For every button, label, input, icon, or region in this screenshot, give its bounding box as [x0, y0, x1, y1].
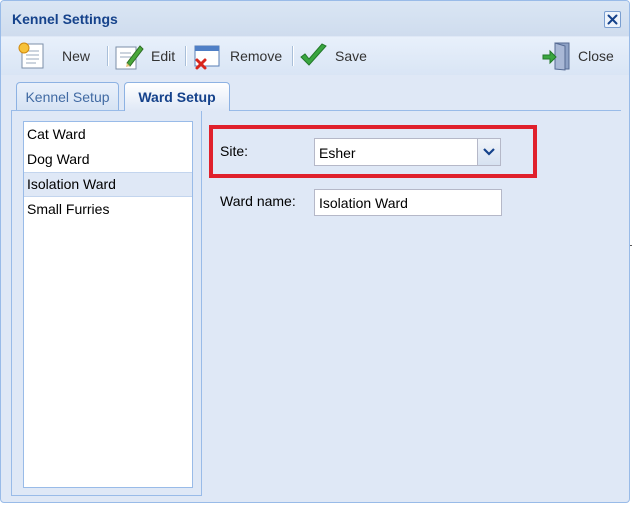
remove-window-icon [194, 45, 220, 70]
edit-button-label: Edit [151, 48, 176, 64]
edit-pencil-icon [115, 45, 144, 70]
kennel-settings-window: Kennel Settings New Edit Remove Save Clo… [0, 0, 630, 503]
toolbar-separator [185, 46, 187, 66]
checkmark-icon [300, 43, 327, 66]
annotation-highlight-box [209, 125, 537, 178]
toolbar-separator [107, 46, 109, 66]
ward-name-input[interactable] [314, 189, 502, 216]
remove-button[interactable]: Remove [192, 37, 282, 75]
new-button-label: New [62, 48, 91, 64]
ward-name-label: Ward name: [220, 193, 296, 209]
save-button-label: Save [335, 48, 367, 64]
remove-button-label: Remove [230, 48, 283, 64]
new-document-icon [18, 42, 44, 69]
window-close-button[interactable] [604, 11, 621, 28]
tab-kennel-setup[interactable]: Kennel Setup [16, 82, 119, 110]
settings-tabstrip: Kennel Setup Ward Setup [11, 77, 621, 111]
window-title: Kennel Settings [12, 11, 118, 27]
save-button[interactable]: Save [298, 37, 367, 75]
toolbar-separator [292, 46, 294, 66]
window-titlebar[interactable]: Kennel Settings [1, 1, 629, 36]
close-icon [607, 14, 618, 25]
new-button[interactable]: New [16, 37, 90, 75]
list-item-selected[interactable]: Isolation Ward [24, 172, 192, 197]
close-button-label: Close [578, 48, 614, 64]
ward-list[interactable]: Cat Ward Dog Ward Isolation Ward Small F… [23, 121, 193, 488]
toolbar: New Edit Remove Save Close [1, 37, 629, 75]
tab-ward-setup[interactable]: Ward Setup [124, 82, 230, 111]
exit-door-icon [542, 42, 570, 71]
edit-button[interactable]: Edit [113, 37, 175, 75]
list-item[interactable]: Small Furries [24, 197, 192, 222]
close-button[interactable]: Close [541, 37, 614, 75]
list-item[interactable]: Cat Ward [24, 122, 192, 147]
list-item[interactable]: Dog Ward [24, 147, 192, 172]
